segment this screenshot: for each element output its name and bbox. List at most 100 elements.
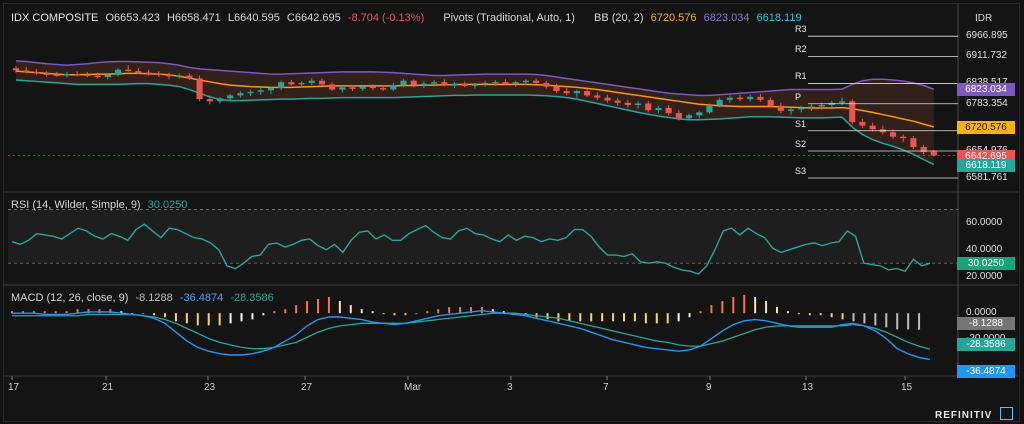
candle — [308, 80, 315, 83]
macd-histogram-bar — [185, 313, 188, 324]
price-tick: 6783.354 — [966, 97, 1008, 109]
candle — [706, 105, 713, 113]
candle — [196, 78, 203, 100]
macd-histogram-bar — [338, 301, 341, 314]
x-axis-label: 7 — [603, 382, 609, 393]
high-value: H6658.471 — [166, 12, 221, 24]
candle — [930, 151, 937, 156]
candle — [74, 74, 81, 76]
price-tick: 6581.761 — [966, 171, 1008, 183]
candle — [104, 74, 111, 78]
candle — [155, 73, 162, 75]
candle — [288, 82, 295, 85]
candle — [63, 74, 71, 76]
macd-histogram-bar — [797, 313, 800, 315]
candle — [237, 93, 244, 96]
bb-label[interactable]: BB (20, 2) — [594, 12, 644, 24]
macd-histogram-bar — [65, 311, 68, 314]
macd-histogram-bar — [819, 313, 822, 316]
bb-mid-value: 6720.576 — [650, 12, 697, 24]
price-tag-bb-upper: 6823.034 — [957, 83, 1015, 97]
candle — [206, 99, 213, 102]
candle — [502, 82, 509, 84]
macd-histogram-bar — [732, 296, 735, 314]
macd-histogram-bar — [54, 311, 57, 314]
macd-line — [12, 309, 931, 361]
macd-histogram-bar — [765, 301, 768, 314]
macd-histogram-bar — [251, 313, 254, 320]
macd-histogram-bar — [262, 313, 265, 316]
candle — [247, 91, 254, 94]
macd-histogram-bar — [590, 313, 593, 322]
x-axis-label: 23 — [204, 382, 216, 393]
candle — [655, 107, 662, 111]
pivot-label-s1: S1 — [795, 118, 807, 129]
macd-histogram-bar — [546, 313, 549, 320]
macd-histogram-bar — [874, 313, 877, 326]
macd-label[interactable]: MACD (12, 26, close, 9) — [11, 292, 128, 304]
price-tag-bb-mid: 6720.576 — [957, 120, 1015, 134]
macd-histogram-bar — [666, 313, 669, 324]
candle — [696, 112, 703, 116]
candle — [186, 75, 193, 79]
macd-histogram-bar — [885, 313, 888, 328]
x-axis-label: 17 — [8, 382, 20, 393]
rsi-legend: RSI (14, Wilder, Simple, 9) 30.0250 — [11, 199, 191, 211]
macd-histogram-bar — [360, 309, 363, 314]
pivot-label-r2: R2 — [795, 44, 807, 55]
x-axis-label: 15 — [901, 382, 913, 393]
candle — [257, 90, 264, 92]
macd-histogram-bar — [218, 313, 221, 326]
pivot-label-r3: R3 — [795, 24, 807, 35]
candle — [125, 69, 132, 72]
macd-tag-hist: -28.3586 — [957, 337, 1015, 351]
macd-histogram-bar — [415, 313, 418, 315]
macd-histogram-bar — [852, 313, 855, 322]
macd-histogram-bar — [153, 313, 156, 316]
rsi-label[interactable]: RSI (14, Wilder, Simple, 9) — [11, 199, 141, 211]
pivots-label[interactable]: Pivots (Traditional, Auto, 1) — [443, 12, 575, 24]
candle — [624, 102, 631, 105]
candle — [145, 72, 152, 74]
macd-histogram-bar — [382, 313, 385, 315]
candle — [165, 74, 173, 77]
macd-histogram-bar — [633, 313, 636, 322]
x-axis-label: 9 — [706, 382, 712, 393]
candle — [594, 95, 601, 98]
candle — [359, 86, 366, 89]
price-tick: 6911.732 — [966, 50, 1007, 62]
candle — [33, 71, 40, 74]
candle — [859, 121, 866, 126]
candle — [645, 103, 652, 111]
price-legend: IDX COMPOSITE O6653.423 H6658.471 L6640.… — [11, 12, 806, 24]
candle — [349, 87, 356, 89]
macd-histogram-bar — [918, 313, 921, 330]
x-axis-label: 21 — [102, 382, 114, 393]
candle — [798, 107, 805, 110]
symbol-name[interactable]: IDX COMPOSITE — [11, 12, 98, 24]
candle — [767, 99, 774, 106]
candle — [736, 97, 744, 100]
candle — [43, 73, 50, 75]
macd-histogram-bar — [677, 313, 680, 322]
macd-histogram-bar — [644, 313, 647, 324]
candle — [84, 74, 91, 76]
candle — [339, 87, 346, 90]
macd-histogram-bar — [284, 309, 287, 314]
candle — [492, 82, 499, 84]
macd-histogram-bar — [207, 313, 210, 326]
x-axis-label: 13 — [802, 382, 814, 393]
candle — [604, 97, 611, 101]
candle — [900, 136, 907, 139]
candle — [114, 69, 122, 75]
candle — [176, 75, 183, 77]
macd-histogram-bar — [557, 313, 560, 322]
macd-histogram-bar — [907, 313, 910, 330]
candle — [298, 82, 305, 85]
x-axis-label: 3 — [507, 382, 513, 393]
candle — [267, 88, 275, 91]
macd-legend: MACD (12, 26, close, 9) -8.1288 -36.4874… — [11, 292, 278, 304]
chart-canvas[interactable] — [0, 0, 1024, 424]
rsi-tick: 20.0000 — [966, 270, 1003, 282]
candle — [522, 80, 529, 83]
